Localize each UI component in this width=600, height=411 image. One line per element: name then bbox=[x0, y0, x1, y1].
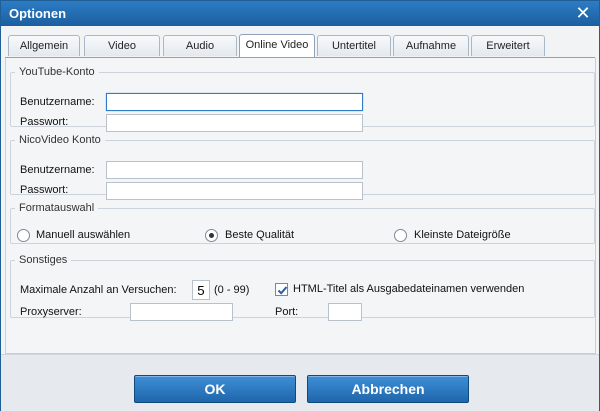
format-legend: Formatauswahl bbox=[19, 202, 95, 214]
radio-manual[interactable] bbox=[17, 229, 30, 242]
cancel-button[interactable]: Abbrechen bbox=[307, 375, 469, 403]
tab-online-video[interactable]: Online Video bbox=[239, 34, 315, 57]
html-title-checkbox[interactable] bbox=[275, 283, 288, 296]
tab-content-online-video: YouTube-Konto Benutzername: Passwort: Ni… bbox=[5, 58, 596, 354]
html-title-label[interactable]: HTML-Titel als Ausgabedateinamen verwend… bbox=[293, 283, 524, 295]
radio-smallest-size[interactable] bbox=[394, 229, 407, 242]
max-attempts-label: Maximale Anzahl an Versuchen: bbox=[20, 284, 177, 296]
window-title: Optionen bbox=[9, 6, 67, 21]
misc-group: Sonstiges Maximale Anzahl an Versuchen: … bbox=[10, 254, 595, 321]
close-icon[interactable]: ✕ bbox=[574, 3, 592, 23]
nicovideo-username-input[interactable] bbox=[106, 161, 363, 179]
proxy-label: Proxyserver: bbox=[20, 306, 82, 318]
misc-legend: Sonstiges bbox=[19, 254, 68, 266]
youtube-username-label: Benutzername: bbox=[20, 96, 95, 108]
radio-best-quality-label[interactable]: Beste Qualität bbox=[225, 229, 294, 241]
radio-smallest-size-label[interactable]: Kleinste Dateigröße bbox=[414, 229, 511, 241]
format-group: Formatauswahl Manuell auswählen Beste Qu… bbox=[10, 202, 595, 244]
port-label: Port: bbox=[275, 306, 299, 318]
tab-untertitel[interactable]: Untertitel bbox=[317, 35, 391, 56]
tab-allgemein[interactable]: Allgemein bbox=[8, 35, 80, 56]
youtube-password-input[interactable] bbox=[106, 114, 363, 132]
tab-bar: Allgemein Video Audio Online Video Unter… bbox=[1, 34, 599, 57]
radio-best-quality[interactable] bbox=[205, 229, 218, 242]
nicovideo-password-input[interactable] bbox=[106, 182, 363, 200]
tab-aufnahme[interactable]: Aufnahme bbox=[393, 35, 469, 56]
youtube-username-input[interactable] bbox=[106, 93, 363, 111]
tab-erweitert[interactable]: Erweitert bbox=[471, 35, 545, 56]
tab-audio[interactable]: Audio bbox=[163, 35, 237, 56]
max-attempts-range: (0 - 99) bbox=[214, 284, 250, 296]
youtube-password-label: Passwort: bbox=[20, 116, 69, 128]
checkmark-icon bbox=[277, 286, 288, 295]
tab-video[interactable]: Video bbox=[84, 35, 160, 56]
options-dialog: Optionen ✕ Allgemein Video Audio Online … bbox=[0, 0, 600, 411]
button-bar: OK Abbrechen bbox=[1, 354, 599, 411]
proxy-input[interactable] bbox=[130, 303, 233, 321]
radio-manual-label[interactable]: Manuell auswählen bbox=[36, 229, 130, 241]
nicovideo-password-label: Passwort: bbox=[20, 184, 69, 196]
youtube-group: YouTube-Konto Benutzername: Passwort: bbox=[10, 66, 595, 132]
port-input[interactable] bbox=[328, 303, 362, 321]
max-attempts-input[interactable] bbox=[192, 280, 210, 300]
nicovideo-legend: NicoVideo Konto bbox=[19, 134, 101, 146]
youtube-legend: YouTube-Konto bbox=[19, 66, 95, 78]
ok-button[interactable]: OK bbox=[134, 375, 296, 403]
nicovideo-group: NicoVideo Konto Benutzername: Passwort: bbox=[10, 134, 595, 200]
nicovideo-username-label: Benutzername: bbox=[20, 164, 95, 176]
title-bar: Optionen ✕ bbox=[1, 1, 599, 26]
